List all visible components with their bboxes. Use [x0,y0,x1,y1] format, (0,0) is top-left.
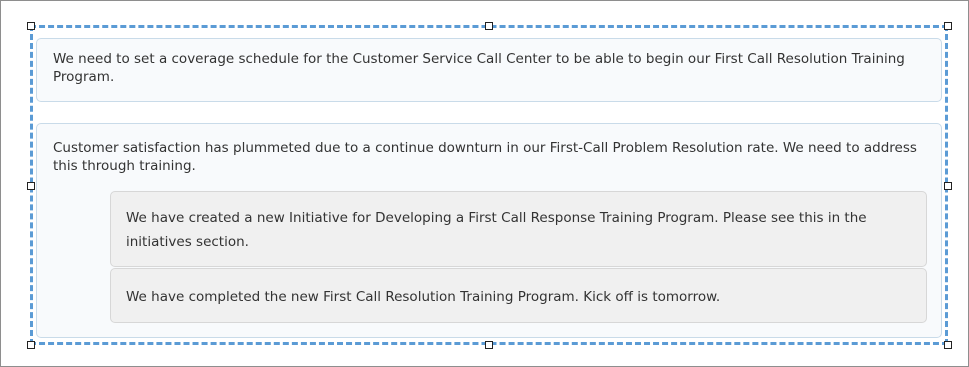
reply-text: We have completed the new First Call Res… [126,289,721,305]
reply-text: We have created a new Initiative for Dev… [126,210,867,250]
comment-card[interactable]: We need to set a coverage schedule for t… [36,38,942,102]
resize-handle-bottom-middle[interactable] [485,341,493,349]
reply-card[interactable]: We have created a new Initiative for Dev… [110,191,927,267]
resize-handle-middle-right[interactable] [944,182,952,190]
resize-handle-bottom-right[interactable] [944,341,952,349]
resize-handle-top-left[interactable] [27,22,35,30]
resize-handle-top-right[interactable] [944,22,952,30]
resize-handle-top-middle[interactable] [485,22,493,30]
comment-text: Customer satisfaction has plummeted due … [53,140,917,174]
reply-card[interactable]: We have completed the new First Call Res… [110,268,927,323]
comment-text: We need to set a coverage schedule for t… [53,51,905,85]
resize-handle-middle-left[interactable] [27,182,35,190]
resize-handle-bottom-left[interactable] [27,341,35,349]
